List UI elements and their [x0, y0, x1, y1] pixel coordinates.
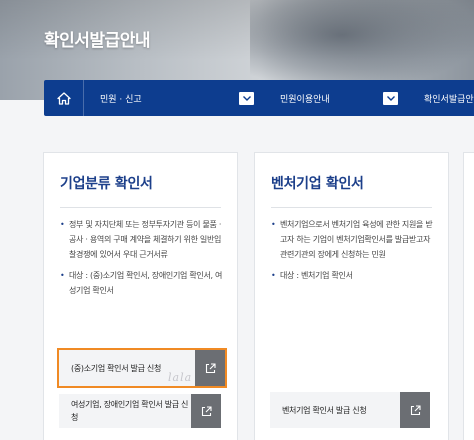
- breadcrumb-nav: 민원 · 신고 민원이용안내 확인서발급안내: [44, 80, 474, 116]
- card-title: 기업분류 확인서: [60, 176, 153, 192]
- list-item: 대상 : (중)소기업 확인서, 장애인기업 확인서, 여성기업 확인서: [60, 268, 227, 298]
- nav-item-civil[interactable]: 민원 · 신고: [84, 80, 264, 116]
- nav-item-label: 민원이용안내: [280, 94, 330, 105]
- divider: [271, 207, 432, 208]
- chevron-down-icon[interactable]: [383, 91, 398, 105]
- chevron-down-icon[interactable]: [239, 91, 254, 105]
- list-item: 정부 및 자치단체 또는 정부투자기관 등이 물품 · 공사 · 용역의 구매 …: [60, 217, 227, 262]
- list-item: 대상 : 벤처기업 확인서: [271, 268, 438, 283]
- sme-certificate-apply-button[interactable]: (중)소기업 확인서 발급 신청: [57, 348, 227, 388]
- card-description-list: 벤처기업으로서 벤처기업 육성에 관한 지원을 받고자 하는 기업이 벤처기업확…: [271, 217, 438, 289]
- nav-item-certificate[interactable]: 확인서발급안내: [408, 80, 474, 116]
- women-disabled-certificate-apply-button[interactable]: 여성기업, 장애인기업 확인서 발급 신청: [59, 394, 221, 428]
- card-title: 벤처기업 확인서: [271, 176, 364, 192]
- page-title: 확인서발급안내: [44, 31, 150, 51]
- nav-item-label: 민원 · 신고: [100, 94, 142, 105]
- external-link-icon: [191, 394, 221, 428]
- button-label: 여성기업, 장애인기업 확인서 발급 신청: [71, 400, 189, 422]
- nav-item-label: 확인서발급안내: [424, 94, 474, 105]
- card-partial: [463, 152, 474, 440]
- list-item: 벤처기업으로서 벤처기업 육성에 관한 지원을 받고자 하는 기업이 벤처기업확…: [271, 217, 438, 262]
- home-icon: [56, 91, 71, 105]
- external-link-icon: [400, 392, 430, 428]
- venture-certificate-apply-button[interactable]: 벤처기업 확인서 발급 신청: [270, 392, 430, 428]
- home-button[interactable]: [44, 80, 84, 116]
- watermark: lala: [168, 371, 193, 384]
- button-label: 벤처기업 확인서 발급 신청: [282, 405, 367, 415]
- divider: [60, 207, 221, 208]
- nav-item-guide[interactable]: 민원이용안내: [264, 80, 408, 116]
- card-description-list: 정부 및 자치단체 또는 정부투자기관 등이 물품 · 공사 · 용역의 구매 …: [60, 217, 227, 304]
- external-link-icon: [195, 350, 225, 386]
